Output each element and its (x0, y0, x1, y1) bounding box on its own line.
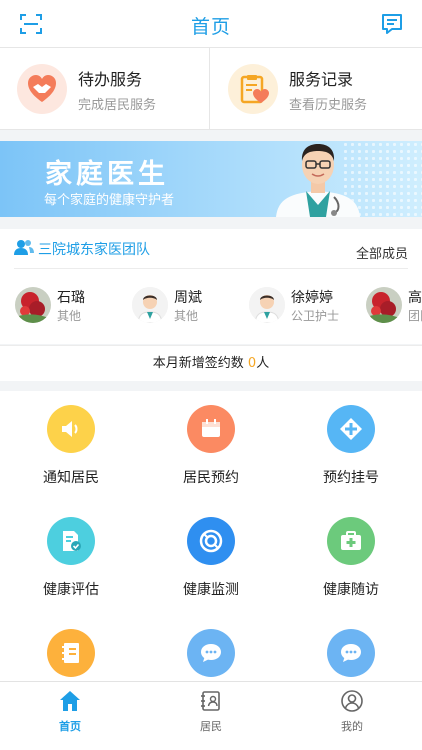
banner-subtitle: 每个家庭的健康守护者 (44, 193, 175, 208)
document-check-icon (47, 517, 95, 565)
monthly-signup-count: 本月新增签约数 0人 (0, 345, 422, 381)
people-icon (14, 240, 34, 255)
cross-diamond-icon (327, 405, 375, 453)
clipboard-heart-icon (228, 64, 278, 114)
monitor-ring-icon (187, 517, 235, 565)
tab-label: 我的 (341, 720, 363, 733)
member-role: 其他 (174, 309, 199, 323)
page-title: 首页 (190, 16, 231, 38)
member-name: 徐婷婷 (291, 290, 333, 306)
health-assessment-button[interactable]: 健康评估 (1, 517, 141, 627)
signup-prefix: 本月新增签约数 (152, 356, 248, 371)
home-icon (60, 691, 80, 711)
all-members-link[interactable]: 全部成员 (356, 243, 408, 262)
doctor-illustration (276, 144, 360, 217)
calendar-icon (187, 405, 235, 453)
todo-service-card[interactable]: 待办服务 完成居民服务 (0, 48, 210, 130)
speaker-icon (47, 405, 95, 453)
avatar (249, 287, 285, 323)
grid-label: 健康监测 (183, 582, 239, 598)
function-grid: 通知居民 居民预约 预约挂号 健康评估 健康监测 健康随访 (0, 391, 422, 681)
user-icon (341, 690, 363, 712)
member-item[interactable]: 高 团队 (366, 287, 422, 327)
resident-card-icon (201, 691, 220, 711)
signup-count: 0 (247, 356, 257, 371)
avatar (366, 287, 402, 323)
chat-button[interactable] (141, 629, 281, 681)
service-cards: 待办服务 完成居民服务 服务记录 查看历史服务 (0, 48, 422, 130)
team-name[interactable]: 三院城东家医团队 (38, 239, 150, 259)
member-name: 石璐 (57, 290, 85, 306)
medical-kit-icon (327, 517, 375, 565)
grid-label: 居民预约 (183, 470, 239, 486)
avatar (132, 287, 168, 323)
health-followup-button[interactable]: 健康随访 (281, 517, 421, 627)
chat-bubble-icon (327, 629, 375, 677)
member-item[interactable]: 石璐 其他 (15, 287, 132, 327)
grid-label: 预约挂号 (323, 470, 379, 486)
notebook-icon (47, 629, 95, 677)
grid-label: 健康评估 (43, 582, 99, 598)
bottom-tab-bar: 首页 居民 我的 (0, 681, 422, 750)
member-role: 其他 (57, 309, 82, 323)
tab-label: 居民 (200, 720, 222, 733)
notify-residents-button[interactable]: 通知居民 (1, 405, 141, 515)
member-item[interactable]: 周斌 其他 (132, 287, 249, 327)
notebook-button[interactable] (1, 629, 141, 681)
health-monitoring-button[interactable]: 健康监测 (141, 517, 281, 627)
service-record-title: 服务记录 (289, 70, 354, 89)
chat-bubble-icon (187, 629, 235, 677)
signup-suffix: 人 (256, 356, 270, 371)
avatar (15, 287, 51, 323)
tab-label: 首页 (59, 720, 81, 733)
family-doctor-banner[interactable]: 家庭医生 每个家庭的健康守护者 (0, 141, 422, 217)
service-record-card[interactable]: 服务记录 查看历史服务 (211, 48, 421, 130)
member-role: 公卫护士 (291, 309, 340, 323)
team-section: 三院城东家医团队 全部成员 石璐 其他 周斌 其他 徐婷婷 公卫护士 高 团 (0, 229, 422, 344)
resident-appointment-button[interactable]: 居民预约 (141, 405, 281, 515)
register-appointment-button[interactable]: 预约挂号 (281, 405, 421, 515)
grid-label: 通知居民 (43, 470, 99, 486)
member-item[interactable]: 徐婷婷 公卫护士 (249, 287, 366, 327)
banner-title: 家庭医生 (45, 159, 169, 190)
chat-button[interactable] (281, 629, 421, 681)
todo-service-title: 待办服务 (78, 70, 143, 89)
member-list: 石璐 其他 周斌 其他 徐婷婷 公卫护士 高 团队 (0, 269, 422, 344)
member-name: 高 (408, 290, 422, 306)
top-bar: 首页 (0, 0, 422, 48)
tab-home[interactable]: 首页 (0, 682, 140, 750)
tab-mine[interactable]: 我的 (282, 682, 422, 750)
grid-label: 健康随访 (323, 582, 379, 598)
handshake-heart-icon (17, 64, 67, 114)
team-header: 三院城东家医团队 全部成员 (14, 229, 408, 269)
message-icon[interactable] (380, 12, 404, 36)
tab-residents[interactable]: 居民 (141, 682, 281, 750)
service-record-subtitle: 查看历史服务 (289, 98, 368, 113)
member-role: 团队 (408, 309, 422, 323)
todo-service-subtitle: 完成居民服务 (78, 98, 157, 113)
member-name: 周斌 (174, 290, 202, 306)
